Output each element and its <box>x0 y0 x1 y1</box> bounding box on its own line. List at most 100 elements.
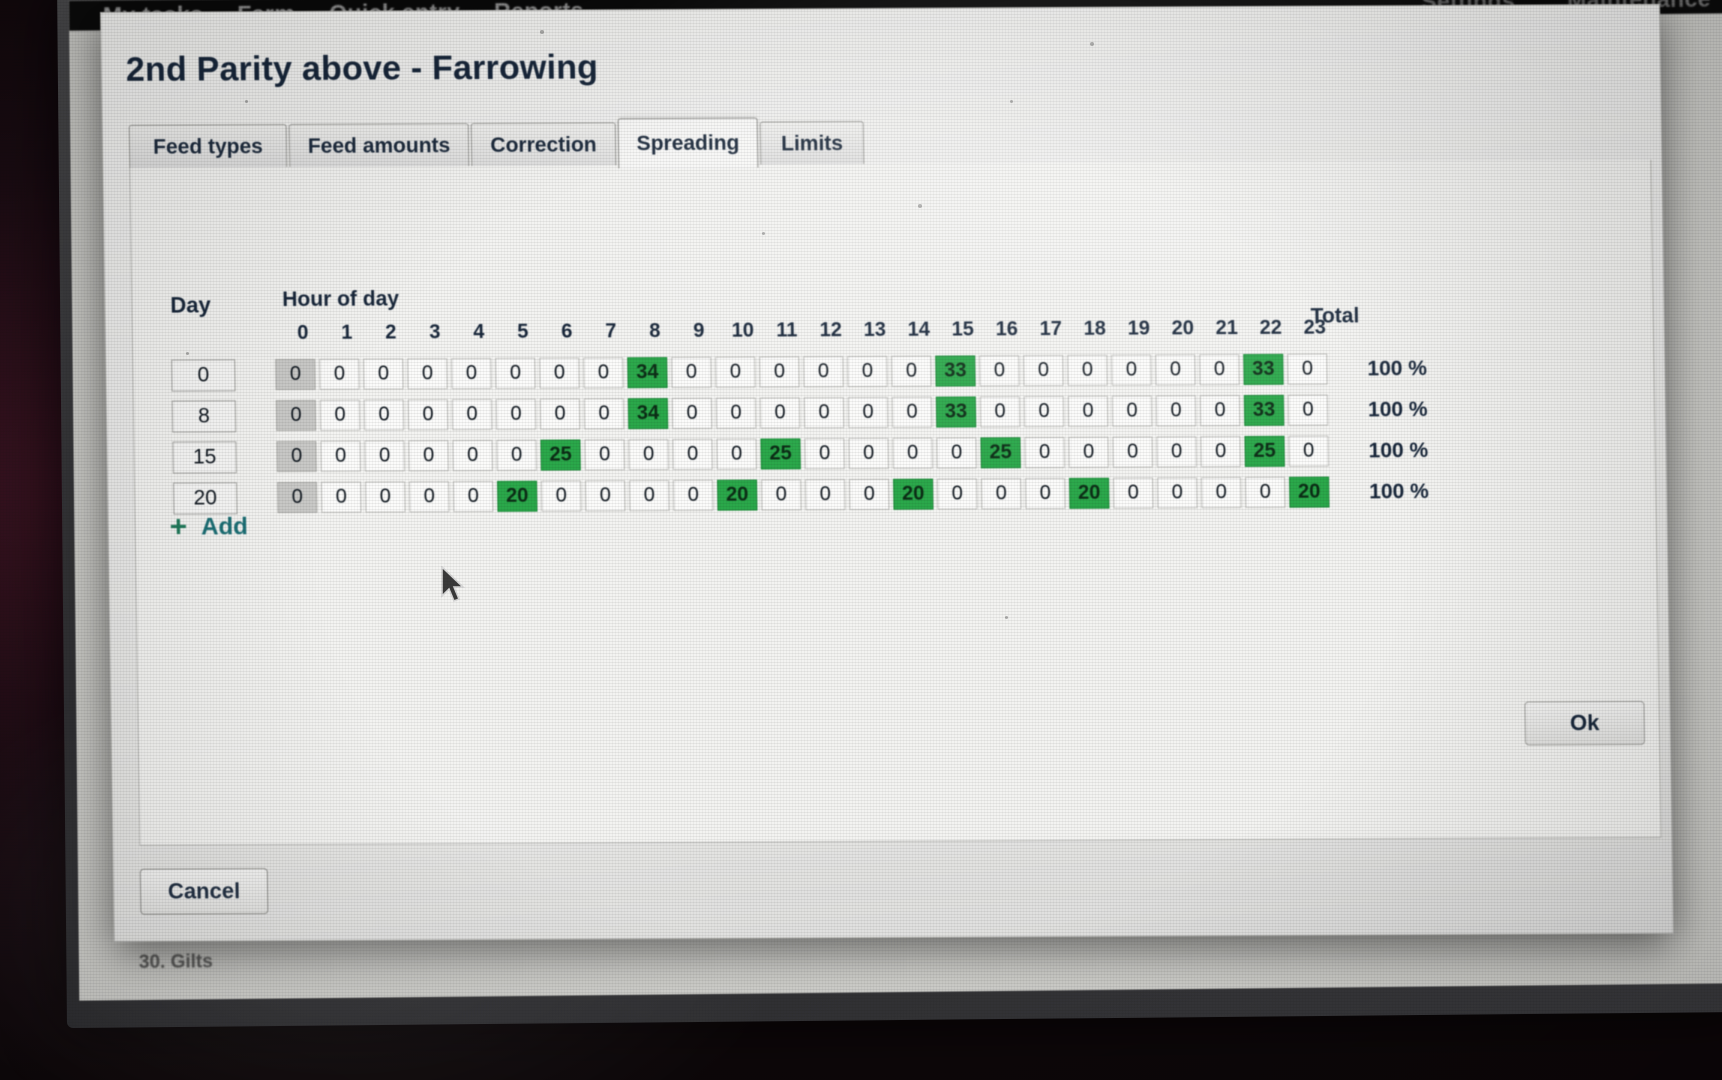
hour-cell-input[interactable]: 0 <box>408 481 450 513</box>
tab-limits[interactable]: Limits <box>759 120 865 166</box>
day-input[interactable]: 20 <box>172 481 238 515</box>
hour-cell-input[interactable]: 0 <box>1113 477 1154 509</box>
hour-cell-input[interactable]: 0 <box>847 396 889 429</box>
hour-cell-input[interactable]: 33 <box>1243 353 1284 385</box>
tab-spreading[interactable]: Spreading <box>617 117 759 169</box>
hour-cell-input[interactable]: 0 <box>848 437 889 470</box>
hour-cell-input[interactable]: 0 <box>320 440 361 472</box>
hour-cell-input[interactable]: 0 <box>1023 395 1065 428</box>
hour-cell-input[interactable]: 0 <box>1155 354 1196 386</box>
hour-cell-input[interactable]: 0 <box>849 478 890 511</box>
hour-cell-input[interactable]: 0 <box>364 440 405 472</box>
cancel-button[interactable]: Cancel <box>139 868 269 915</box>
hour-cell-input[interactable]: 0 <box>1155 395 1197 427</box>
hour-cell-input[interactable]: 34 <box>627 398 669 430</box>
hour-cell-input[interactable]: 20 <box>717 479 758 511</box>
hour-cell-input[interactable]: 0 <box>892 437 933 469</box>
hour-cell-input[interactable]: 0 <box>1068 436 1109 468</box>
tab-feed-amounts[interactable]: Feed amounts <box>288 123 470 169</box>
hour-cell-input[interactable]: 0 <box>847 355 888 388</box>
hour-cell-input[interactable]: 0 <box>629 480 670 512</box>
hour-cell-input[interactable]: 33 <box>935 355 976 387</box>
hour-cell-input[interactable]: 0 <box>1199 395 1241 427</box>
add-row-button[interactable]: + Add <box>169 511 248 544</box>
hour-cell-input[interactable]: 0 <box>1067 395 1109 427</box>
hour-cell-input[interactable]: 0 <box>759 356 800 388</box>
hour-cell-input[interactable]: 34 <box>627 357 668 389</box>
hour-cell-input[interactable]: 0 <box>363 399 405 431</box>
hour-cell-input[interactable]: 0 <box>1025 477 1066 510</box>
hour-cell-input[interactable]: 0 <box>408 440 449 472</box>
hour-cell-input[interactable]: 0 <box>1287 394 1329 426</box>
hour-cell-input[interactable]: 0 <box>1157 477 1198 509</box>
day-input[interactable]: 0 <box>171 358 236 392</box>
hour-cell-input[interactable]: 0 <box>584 439 625 471</box>
hour-cell-input[interactable]: 0 <box>451 357 492 390</box>
hour-cell-input[interactable]: 0 <box>539 398 581 430</box>
hour-cell-input[interactable]: 20 <box>496 480 538 512</box>
hour-cell-input[interactable]: 20 <box>1069 477 1110 509</box>
hour-cell-input[interactable]: 0 <box>539 357 580 389</box>
hour-cell-input[interactable]: 25 <box>980 437 1021 469</box>
hour-cell-input[interactable]: 0 <box>716 438 757 470</box>
hour-cell-input[interactable]: 0 <box>759 397 801 429</box>
hour-cell-input[interactable]: 25 <box>760 438 801 470</box>
hour-cell-input[interactable]: 0 <box>452 439 493 472</box>
hour-cell-input[interactable]: 0 <box>364 481 406 513</box>
hour-cell-input[interactable]: 0 <box>936 437 977 469</box>
hour-cell-input[interactable]: 0 <box>673 479 714 511</box>
tab-correction[interactable]: Correction <box>470 122 617 168</box>
hour-cell-input[interactable]: 0 <box>891 355 932 387</box>
hour-cell-input[interactable]: 0 <box>275 399 317 432</box>
hour-cell-input[interactable]: 0 <box>276 440 317 473</box>
hour-cell-input[interactable]: 0 <box>1156 436 1197 468</box>
ok-button[interactable]: Ok <box>1524 700 1646 746</box>
hour-cell-input[interactable]: 0 <box>276 481 318 514</box>
hour-cell-input[interactable]: 0 <box>1287 353 1328 385</box>
hour-cell-input[interactable]: 0 <box>891 396 933 428</box>
day-input[interactable]: 15 <box>172 440 237 474</box>
hour-cell-input[interactable]: 0 <box>275 358 316 391</box>
hour-cell-input[interactable]: 33 <box>1243 394 1285 426</box>
hour-cell-input[interactable]: 0 <box>452 480 494 513</box>
hour-cell-input[interactable]: 0 <box>585 480 626 512</box>
hour-cell-input[interactable]: 0 <box>583 357 624 389</box>
hour-cell-input[interactable]: 25 <box>1244 435 1285 467</box>
hour-cell-input[interactable]: 0 <box>715 356 756 388</box>
hour-cell-input[interactable]: 0 <box>804 438 845 470</box>
hour-cell-input[interactable]: 0 <box>407 358 448 390</box>
hour-cell-input[interactable]: 0 <box>1067 354 1108 386</box>
tab-feed-types[interactable]: Feed types <box>128 124 288 169</box>
hour-cell-input[interactable]: 0 <box>1024 436 1065 469</box>
hour-cell-input[interactable]: 0 <box>320 481 362 513</box>
hour-cell-input[interactable]: 0 <box>805 479 846 511</box>
hour-cell-input[interactable]: 0 <box>451 398 493 431</box>
hour-cell-input[interactable]: 0 <box>937 478 978 510</box>
hour-cell-input[interactable]: 0 <box>363 358 404 390</box>
hour-cell-input[interactable]: 0 <box>1200 436 1241 468</box>
hour-cell-input[interactable]: 0 <box>981 478 1022 510</box>
hour-cell-input[interactable]: 0 <box>495 398 537 430</box>
hour-cell-input[interactable]: 0 <box>1201 477 1242 509</box>
hour-cell-input[interactable]: 33 <box>935 396 977 428</box>
hour-cell-input[interactable]: 0 <box>583 398 625 430</box>
hour-cell-input[interactable]: 0 <box>319 399 361 431</box>
hour-cell-input[interactable]: 0 <box>495 357 536 389</box>
hour-cell-input[interactable]: 0 <box>407 399 449 431</box>
hour-cell-input[interactable]: 0 <box>628 439 669 471</box>
hour-cell-input[interactable]: 0 <box>496 439 537 471</box>
hour-cell-input[interactable]: 0 <box>1023 354 1064 387</box>
hour-cell-input[interactable]: 0 <box>979 396 1021 428</box>
hour-cell-input[interactable]: 0 <box>803 397 845 429</box>
hour-cell-input[interactable]: 0 <box>715 397 757 429</box>
hour-cell-input[interactable]: 0 <box>671 356 712 388</box>
hour-cell-input[interactable]: 0 <box>319 358 360 390</box>
hour-cell-input[interactable]: 0 <box>803 356 844 388</box>
hour-cell-input[interactable]: 0 <box>672 438 713 470</box>
hour-cell-input[interactable]: 0 <box>1111 395 1153 427</box>
hour-cell-input[interactable]: 0 <box>1111 354 1152 386</box>
hour-cell-input[interactable]: 0 <box>541 480 582 512</box>
hour-cell-input[interactable]: 0 <box>1245 476 1286 508</box>
hour-cell-input[interactable]: 0 <box>1288 435 1329 467</box>
hour-cell-input[interactable]: 20 <box>1289 476 1330 508</box>
